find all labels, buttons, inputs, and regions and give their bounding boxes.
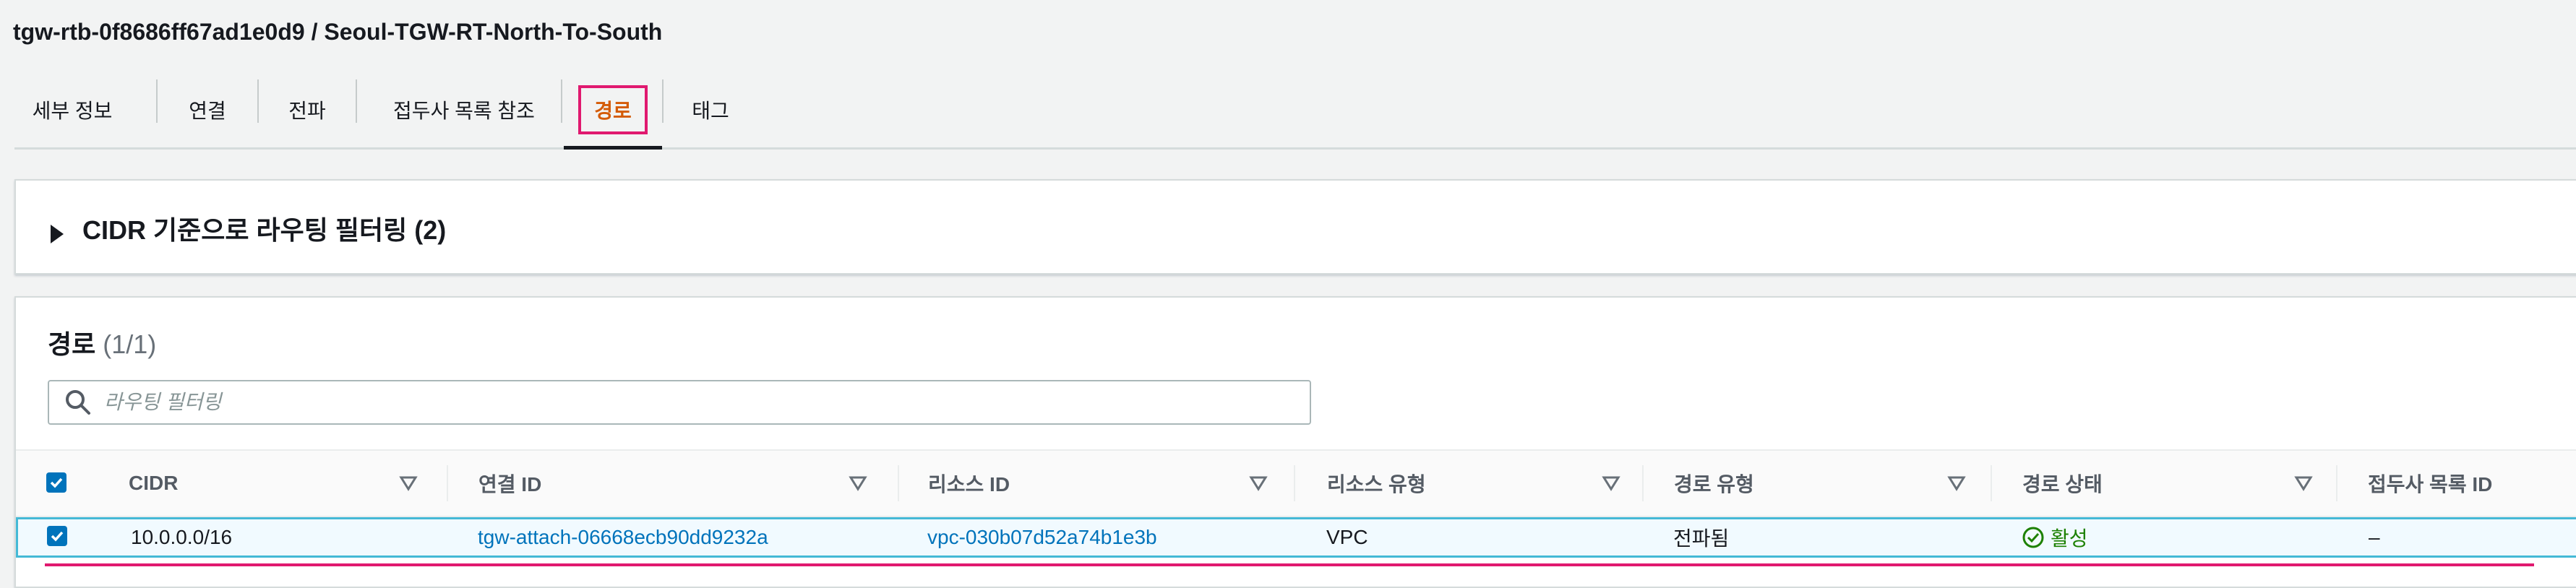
column-divider [447,465,448,501]
sort-down-icon[interactable] [2294,475,2313,491]
tab-bar: 세부 정보 연결 전파 접두사 목록 참조 경로 태그 [14,72,2576,150]
search-icon [66,390,90,415]
routes-title: 경로 [48,329,96,359]
cell-resource-id-link[interactable]: vpc-030b07d52a74b1e3b [927,519,1157,555]
page-title: tgw-rtb-0f8686ff67ad1e0d9 / Seoul-TGW-RT… [13,19,663,45]
sort-down-icon[interactable] [1947,475,1966,491]
sort-down-icon[interactable] [399,475,418,491]
checkbox-checked-icon [50,477,63,488]
check-circle-icon [2022,527,2044,548]
routes-heading: 경로 (1/1) [48,324,156,361]
column-divider [2336,465,2337,501]
sort-down-icon[interactable] [849,475,867,491]
tab-label: 연결 [189,100,226,122]
sort-down-icon[interactable] [1249,475,1268,491]
tab-label: 전파 [288,100,326,122]
column-header-resource-type[interactable]: 리소스 유형 [1327,451,1426,516]
tab-divider [561,79,562,123]
tab-prefix-list-references[interactable]: 접두사 목록 참조 [357,72,571,147]
column-divider [1991,465,1992,501]
routes-count: (1/1) [103,329,157,359]
column-header-cidr[interactable]: CIDR [129,451,178,516]
cell-attachment-id-link[interactable]: tgw-attach-06668ecb90dd9232a [478,519,768,555]
column-header-route-state[interactable]: 경로 상태 [2022,451,2103,516]
column-header-route-type[interactable]: 경로 유형 [1674,451,1754,516]
cidr-filter-expander[interactable]: CIDR 기준으로 라우팅 필터링 (2) [51,209,446,247]
tab-label: 태그 [692,100,729,122]
column-divider [1294,465,1295,501]
table-row[interactable]: 10.0.0.0/16 tgw-attach-06668ecb90dd9232a… [16,517,2576,558]
tab-label: 세부 정보 [32,100,113,122]
column-header-resource-id[interactable]: 리소스 ID [928,451,1010,516]
caret-right-icon [51,225,64,243]
tab-label: 경로 [578,85,648,134]
column-divider [898,465,899,501]
cell-cidr: 10.0.0.0/16 [131,526,233,548]
tab-attachments[interactable]: 연결 [158,72,257,147]
route-state-label: 활성 [2051,527,2088,550]
cell-resource-type: VPC [1326,526,1368,548]
column-divider [1642,465,1644,501]
routes-panel: 경로(1/1) CIDR 연결 ID 리소스 ID 리소스 유형 경로 유형 경… [14,296,2576,588]
cidr-filter-panel: CIDR 기준으로 라우팅 필터링 (2) [14,179,2576,274]
row-checkbox[interactable] [47,526,67,546]
cidr-filter-label: CIDR 기준으로 라우팅 필터링 (2) [82,215,447,245]
cell-route-state: 활성 [2022,519,2088,555]
select-all-checkbox[interactable] [46,472,66,493]
checkbox-checked-icon [51,531,64,542]
route-filter-input[interactable] [103,390,1262,415]
cell-prefix-list-id: – [2369,526,2380,548]
cell-route-type: 전파됨 [1673,527,1730,550]
route-filter-box [48,380,1311,425]
routes-table-header: CIDR 연결 ID 리소스 ID 리소스 유형 경로 유형 경로 상태 접두사… [16,449,2576,517]
column-header-attachment-id[interactable]: 연결 ID [478,451,541,516]
tab-propagations[interactable]: 전파 [259,72,356,147]
column-header-prefix-list-id[interactable]: 접두사 목록 ID [2368,451,2492,516]
tab-tags[interactable]: 태그 [664,72,757,147]
row-highlight-underline [45,563,2534,566]
sort-down-icon[interactable] [1602,475,1620,491]
tab-label: 접두사 목록 참조 [393,100,535,122]
tab-routes[interactable]: 경로 [564,72,662,150]
tab-details[interactable]: 세부 정보 [14,72,130,147]
